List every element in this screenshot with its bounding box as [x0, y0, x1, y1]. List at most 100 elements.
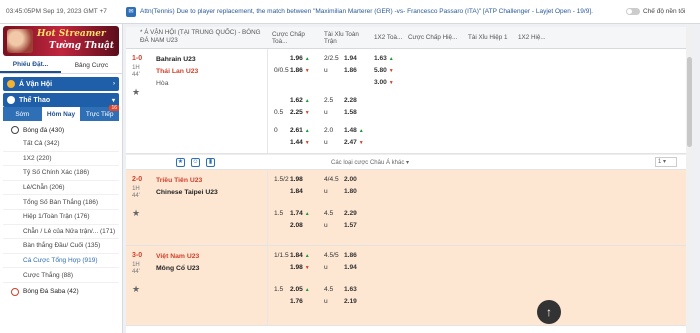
promo-banner[interactable]: Hot Streamer Tường Thuật	[3, 26, 119, 56]
col-handicap: Cược Chấp Toà...	[272, 30, 305, 45]
odds-button[interactable]: 1.84	[290, 188, 320, 195]
section-asian-games[interactable]: Á Vận Hội ›	[3, 77, 119, 91]
odds-line: 1.5/2 1.98 4/4.5 2.00	[268, 173, 693, 185]
down-arrow-icon: ▼	[304, 67, 310, 74]
down-arrow-icon: ▼	[358, 139, 364, 146]
odds-line: 1.84 u 1.80	[268, 185, 693, 197]
favorite-star-icon[interactable]: ★	[132, 284, 140, 295]
banner-line2: Tường Thuật	[49, 41, 114, 51]
odds-button[interactable]: 1.94	[344, 264, 370, 271]
odds-button[interactable]: 1.84 ▲	[290, 252, 320, 259]
announcement-marquee[interactable]: Attn(Tennis) Due to player replacement, …	[140, 8, 622, 15]
favorite-star-icon[interactable]: ★	[132, 208, 140, 219]
odds-button[interactable]: 2.29	[344, 210, 370, 217]
section-label: Á Vận Hội	[19, 80, 53, 88]
clock: 03:45:05PM Sep 19, 2023 GMT +7	[6, 8, 107, 15]
tab-bet-list[interactable]: Bảng Cược	[61, 58, 122, 73]
odds-button[interactable]: 1.44 ▼	[290, 139, 320, 146]
col-over-under: Tài Xỉu Toàn Trận	[324, 30, 359, 45]
odds-button[interactable]: 5.80 ▼	[370, 67, 404, 74]
odds-button[interactable]: 1.76	[290, 298, 320, 305]
favorite-icon[interactable]: ★	[176, 157, 185, 167]
odds-button[interactable]: 2.47 ▼	[344, 139, 370, 146]
odds-header: * Á VẬN HỘI (TẠI TRUNG QUỐC) - BÓNG ĐÁ N…	[126, 27, 693, 49]
league-title: * Á VẬN HỘI (TẠI TRUNG QUỐC) - BÓNG ĐÁ N…	[140, 29, 261, 44]
market-select[interactable]: 1 ▾	[655, 157, 677, 167]
odds-cells: 1.96 ▲ 2/2.5 1.94 1.63 ▲ 0/0.5 1.86 ▼ u 1.86 5.…	[268, 49, 693, 153]
odds-button[interactable]: 1.57	[344, 222, 370, 229]
odds-button[interactable]: 1.74 ▲	[290, 210, 320, 217]
odds-button[interactable]: 1.80	[344, 188, 370, 195]
col-1h-1x2: 1X2 Hiệ...	[518, 34, 546, 41]
odds-button[interactable]: 1.96 ▲	[290, 55, 320, 62]
odds-button[interactable]: 2.25 ▼	[290, 109, 320, 116]
odds-button[interactable]: 3.00 ▼	[370, 79, 404, 86]
submenu-item[interactable]: Tất Cả (342)	[3, 137, 119, 152]
submenu-item[interactable]: Bàn thắng Đầu/ Cuối (135)	[3, 239, 119, 254]
favorite-star-icon[interactable]: ★	[132, 87, 140, 98]
odds-button[interactable]: 1.86 ▼	[290, 67, 320, 74]
more-asian-bets-link[interactable]: Các loại cược Châu Á khác ▾	[331, 159, 409, 166]
down-arrow-icon: ▼	[388, 67, 394, 74]
match-time: 1H 44'	[132, 65, 140, 78]
odds-line: 1.98 ▼ u 1.94	[268, 261, 693, 273]
odds-button[interactable]: 2.08	[290, 222, 320, 229]
tab-betslip[interactable]: Phiếu Đặt...	[0, 58, 61, 73]
odds-button[interactable]: 2.61 ▲	[290, 127, 320, 134]
scrollbar[interactable]	[686, 27, 693, 333]
col-1x2: 1X2 Toà...	[374, 34, 403, 41]
odds-button[interactable]: 2.05 ▲	[290, 286, 320, 293]
odds-button[interactable]: 2.19	[344, 298, 370, 305]
sport-label: Bóng đá (430)	[23, 126, 65, 134]
tab-today[interactable]: Hôm Nay	[41, 107, 81, 121]
submenu-item[interactable]: Cược Thắng (88)	[3, 268, 119, 283]
streamer-icon[interactable]: ☺	[191, 157, 200, 167]
down-arrow-icon: ▼	[388, 79, 394, 86]
tab-early[interactable]: Sớm	[3, 107, 42, 121]
odds-line: 0.5 2.25 ▼ u 1.58	[268, 106, 693, 118]
scroll-top-icon[interactable]: ↑	[537, 300, 561, 324]
odds-button[interactable]: 1.63	[344, 286, 370, 293]
odds-line: 1.5 1.74 ▲ 4.5 2.29	[268, 207, 693, 219]
odds-button[interactable]: 1.86	[344, 252, 370, 259]
odds-button[interactable]: 1.63 ▲	[370, 55, 404, 62]
odds-cells: 1.5/2 1.98 4/4.5 2.00 1.84 u 1.80 1.5 1.74 ▲ 4.…	[268, 170, 693, 245]
submenu-item[interactable]: Lẻ/Chẵn (206)	[3, 181, 119, 196]
submenu-item[interactable]: Chẵn / Lẻ của Nửa trận/... (171)	[3, 225, 119, 240]
live-score: 3-0	[132, 252, 143, 259]
scrollbar-thumb[interactable]	[687, 57, 692, 147]
soccer-icon	[7, 96, 15, 104]
odds-button[interactable]: 1.98 ▼	[290, 264, 320, 271]
tab-live[interactable]: Trực Tiếp 16	[80, 105, 120, 121]
odds-button[interactable]: 1.48 ▲	[344, 127, 370, 134]
odds-button[interactable]: 1.94	[344, 55, 370, 62]
match-extra-bar: ★ ☺ ▮ Các loại cược Châu Á khác ▾ 1 ▾	[126, 154, 693, 170]
sport-soccer[interactable]: Bóng đá (430)	[3, 123, 119, 137]
match-time: 1H 44'	[132, 262, 140, 275]
saba-soccer-icon	[11, 287, 19, 296]
odds-button[interactable]: 1.62 ▲	[290, 97, 320, 104]
match-row: 1-0 1H 44' ★ Bahrain U23 Thái Lan U23 Hòa…	[126, 49, 693, 154]
draw-label: Hòa	[156, 79, 169, 87]
market-time-tabs: Sớm Hôm Nay Trực Tiếp 16	[3, 105, 120, 121]
odds-line: 1.5 2.05 ▲ 4.5 1.63	[268, 283, 693, 295]
down-arrow-icon: ▼	[304, 264, 310, 271]
toggle-switch-icon[interactable]	[626, 8, 640, 15]
section-sports[interactable]: Thể Thao ▾	[3, 93, 119, 107]
odds-button[interactable]: 1.86	[344, 67, 370, 74]
submenu-item[interactable]: Hiệp 1/Toàn Trận (176)	[3, 210, 119, 225]
home-team: Triều Tiên U23	[156, 176, 203, 184]
dark-mode-toggle[interactable]: Chế độ nền tối	[622, 8, 700, 15]
odds-button[interactable]: 2.00	[344, 176, 370, 183]
submenu-item[interactable]: 1X2 (220)	[3, 152, 119, 167]
match-time: 1H 44'	[132, 186, 140, 199]
match-info: 1-0 1H 44' ★ Bahrain U23 Thái Lan U23 Hòa	[126, 49, 268, 153]
stats-icon[interactable]: ▮	[206, 157, 215, 167]
odds-button[interactable]: 1.58	[344, 109, 370, 116]
submenu-item[interactable]: Tổng Số Bàn Thắng (186)	[3, 195, 119, 210]
submenu-item[interactable]: Cá Cược Tổng Hợp (919)	[3, 254, 119, 269]
odds-button[interactable]: 2.28	[344, 97, 370, 104]
sport-saba-soccer[interactable]: Bóng Đá Saba (42)	[3, 285, 119, 299]
odds-button[interactable]: 1.98	[290, 176, 320, 183]
submenu-item[interactable]: Tỷ Số Chính Xác (186)	[3, 166, 119, 181]
